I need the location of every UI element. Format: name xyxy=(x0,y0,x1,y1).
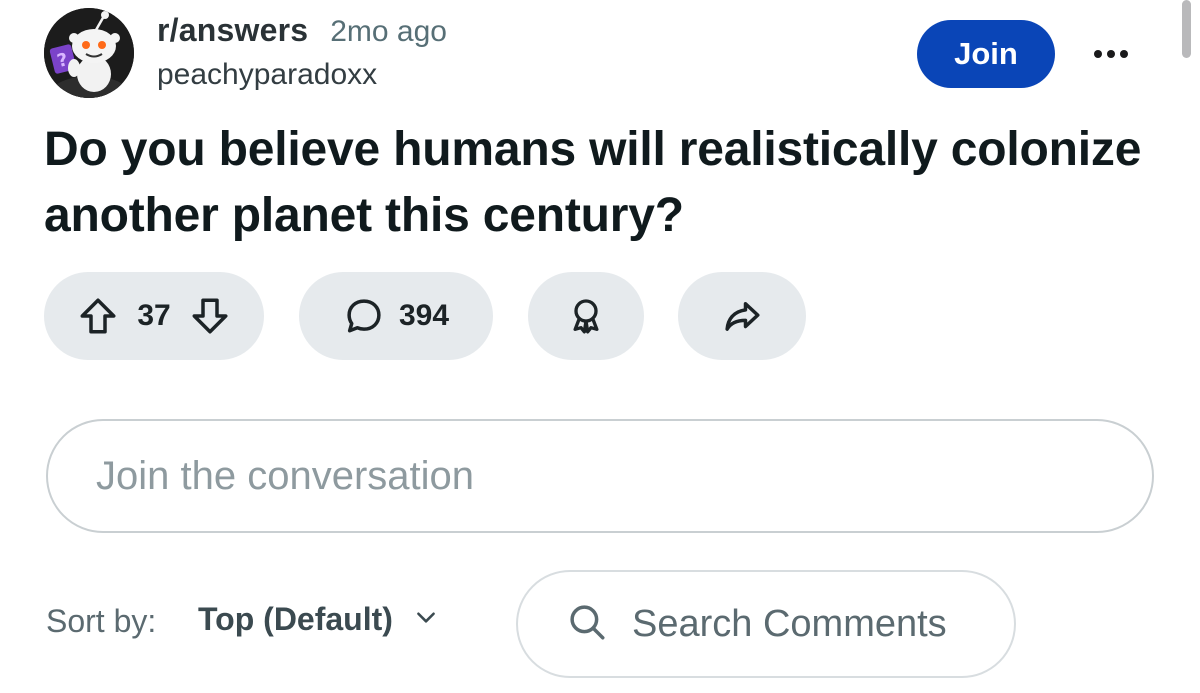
author-username-link[interactable]: peachyparadoxx xyxy=(157,58,377,92)
search-comments-label: Search Comments xyxy=(632,602,947,645)
more-dot xyxy=(1107,50,1115,58)
post-meta: r/answers 2mo ago xyxy=(157,12,447,49)
join-conversation-input[interactable] xyxy=(46,419,1154,533)
post-title[interactable]: Do you believe humans will realistically… xyxy=(44,117,1144,249)
comments-button[interactable]: 394 xyxy=(299,272,493,360)
more-dot xyxy=(1094,50,1102,58)
vote-control: 37 xyxy=(44,272,264,360)
post-view: ? r/answers 2mo ago peachyparadoxx Join … xyxy=(0,0,1200,693)
post-timestamp: 2mo ago xyxy=(330,15,447,48)
vote-count: 37 xyxy=(137,299,171,332)
search-icon xyxy=(566,601,608,648)
sort-label: Sort by: xyxy=(46,603,157,639)
join-button[interactable]: Join xyxy=(917,20,1055,88)
upvote-arrow-icon[interactable] xyxy=(77,295,119,337)
award-icon xyxy=(566,296,606,336)
share-arrow-icon xyxy=(721,295,763,337)
comment-bubble-icon xyxy=(343,295,385,337)
downvote-arrow-icon[interactable] xyxy=(189,295,231,337)
more-dot xyxy=(1120,50,1128,58)
page-scrollbar[interactable] xyxy=(1182,0,1191,58)
chevron-down-icon xyxy=(413,604,439,635)
more-options-icon[interactable] xyxy=(1088,34,1134,74)
subreddit-avatar-icon[interactable]: ? xyxy=(44,8,134,98)
search-comments-button[interactable]: Search Comments xyxy=(516,570,1016,678)
subreddit-name-link[interactable]: r/answers xyxy=(157,12,308,49)
award-button[interactable] xyxy=(528,272,644,360)
comment-count: 394 xyxy=(398,299,450,332)
sort-value: Top (Default) xyxy=(198,601,393,637)
share-button[interactable] xyxy=(678,272,806,360)
sort-dropdown[interactable]: Top (Default) xyxy=(198,601,439,638)
